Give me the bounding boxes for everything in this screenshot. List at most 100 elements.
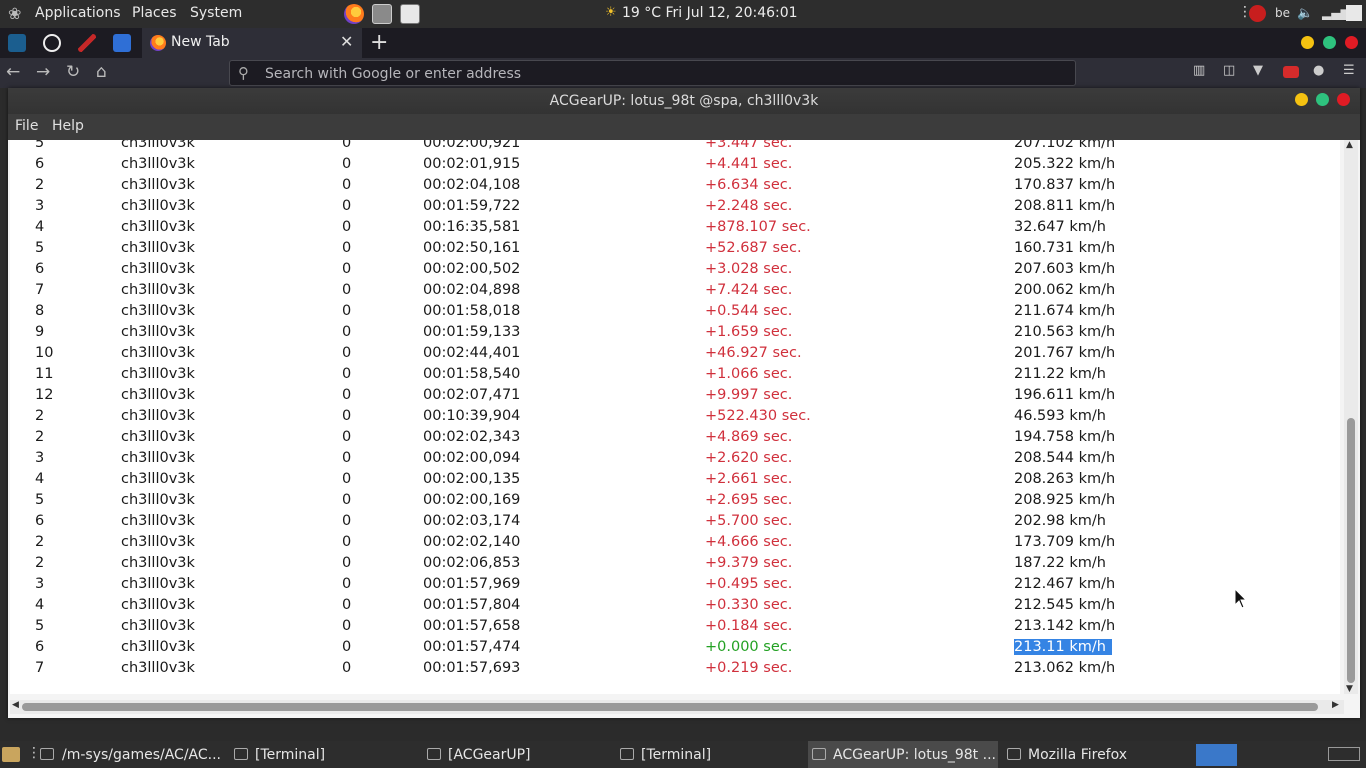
- docs-icon[interactable]: [113, 34, 131, 52]
- taskbar-item-label: /m-sys/games/AC/AC...: [62, 747, 222, 763]
- pinned-tab-icon[interactable]: [8, 34, 26, 52]
- scrollbar-thumb[interactable]: [22, 703, 1318, 711]
- table-row[interactable]: 3 ch3lll0v3k 0 00:01:59,722 +2.248 sec. 208.8…: [10, 196, 1340, 217]
- lap-times-table[interactable]: 5 ch3lll0v3k 0 00:02:00,921 +3.447 sec. 207.1…: [10, 140, 1340, 694]
- forward-arrow-icon[interactable]: →: [36, 62, 50, 82]
- table-row[interactable]: 11 ch3lll0v3k 0 00:01:58,540 +1.066 sec. 211.…: [10, 364, 1340, 385]
- keyboard-layout[interactable]: be: [1275, 6, 1290, 20]
- places-menu[interactable]: Places: [132, 5, 177, 21]
- globe-icon[interactable]: [43, 34, 61, 52]
- sidebar-icon[interactable]: ◫: [1223, 63, 1239, 79]
- table-row[interactable]: 6 ch3lll0v3k 0 00:02:03,174 +5.700 sec. 202.9…: [10, 511, 1340, 532]
- scroll-right-arrow-icon[interactable]: ▶: [1332, 700, 1339, 710]
- table-row[interactable]: 5 ch3lll0v3k 0 00:02:00,921 +3.447 sec. 207.1…: [10, 140, 1340, 154]
- close-tab-icon[interactable]: ✕: [340, 32, 353, 51]
- table-row[interactable]: 6 ch3lll0v3k 0 00:02:01,915 +4.441 sec. 205.3…: [10, 154, 1340, 175]
- clock[interactable]: 19 °C Fri Jul 12, 20:46:01: [622, 5, 798, 21]
- system-menu[interactable]: System: [190, 5, 242, 21]
- table-row[interactable]: 2 ch3lll0v3k 0 00:02:02,140 +4.666 sec. 173.7…: [10, 532, 1340, 553]
- flag-value: 0: [342, 513, 352, 529]
- table-row[interactable]: 12 ch3lll0v3k 0 00:02:07,471 +9.997 sec. 196.…: [10, 385, 1340, 406]
- library-icon[interactable]: ▥: [1193, 63, 1209, 79]
- table-row[interactable]: 6 ch3lll0v3k 0 00:01:57,474 +0.000 sec. 213.1…: [10, 637, 1340, 658]
- taskbar-item[interactable]: [Terminal]: [616, 741, 796, 768]
- search-input[interactable]: [263, 64, 1047, 84]
- lap-number: 6: [35, 639, 45, 655]
- table-row[interactable]: 10 ch3lll0v3k 0 00:02:44,401 +46.927 sec. 201…: [10, 343, 1340, 364]
- table-row[interactable]: 8 ch3lll0v3k 0 00:01:58,018 +0.544 sec. 211.6…: [10, 301, 1340, 322]
- table-row[interactable]: 5 ch3lll0v3k 0 00:02:00,169 +2.695 sec. 208.9…: [10, 490, 1340, 511]
- lap-time: 00:02:00,502: [423, 261, 521, 277]
- table-row[interactable]: 3 ch3lll0v3k 0 00:01:57,969 +0.495 sec. 212.4…: [10, 574, 1340, 595]
- minimize-window-button[interactable]: [1295, 93, 1308, 106]
- table-row[interactable]: 3 ch3lll0v3k 0 00:02:00,094 +2.620 sec. 208.5…: [10, 448, 1340, 469]
- table-row[interactable]: 7 ch3lll0v3k 0 00:02:04,898 +7.424 sec. 200.0…: [10, 280, 1340, 301]
- table-row[interactable]: 6 ch3lll0v3k 0 00:02:00,502 +3.028 sec. 207.6…: [10, 259, 1340, 280]
- scroll-up-arrow-icon[interactable]: ▲: [1346, 140, 1353, 150]
- flag-value: 0: [342, 240, 352, 256]
- table-row[interactable]: 4 ch3lll0v3k 0 00:02:00,135 +2.661 sec. 208.2…: [10, 469, 1340, 490]
- horizontal-scrollbar[interactable]: ◀ ▶: [10, 700, 1344, 714]
- driver-name: ch3lll0v3k: [121, 198, 195, 214]
- firefox-icon: [150, 35, 166, 51]
- table-row[interactable]: 2 ch3lll0v3k 0 00:10:39,904 +522.430 sec. 46.…: [10, 406, 1340, 427]
- hamburger-menu-icon[interactable]: ☰: [1343, 63, 1359, 79]
- window-list-icon[interactable]: [1346, 5, 1362, 21]
- new-tab-button[interactable]: +: [370, 30, 388, 55]
- table-row[interactable]: 2 ch3lll0v3k 0 00:02:02,343 +4.869 sec. 194.7…: [10, 427, 1340, 448]
- taskbar-item-label: [Terminal]: [641, 747, 712, 763]
- home-icon[interactable]: ⌂: [96, 62, 107, 82]
- taskbar-item[interactable]: [ACGearUP]: [423, 741, 603, 768]
- lap-time: 00:02:44,401: [423, 345, 521, 361]
- taskbar-item[interactable]: /m-sys/games/AC/AC...: [36, 741, 226, 768]
- table-row[interactable]: 2 ch3lll0v3k 0 00:02:06,853 +9.379 sec. 187.2…: [10, 553, 1340, 574]
- table-row[interactable]: 2 ch3lll0v3k 0 00:02:04,108 +6.634 sec. 170.8…: [10, 175, 1340, 196]
- scroll-down-arrow-icon[interactable]: ▼: [1346, 684, 1353, 694]
- average-speed: 194.758 km/h: [1014, 429, 1116, 445]
- address-bar[interactable]: ⚲: [229, 60, 1076, 86]
- table-row[interactable]: 5 ch3lll0v3k 0 00:01:57,658 +0.184 sec. 213.1…: [10, 616, 1340, 637]
- table-row[interactable]: 4 ch3lll0v3k 0 00:16:35,581 +878.107 sec. 32.…: [10, 217, 1340, 238]
- taskbar-item[interactable]: ACGearUP: lotus_98t ...: [808, 741, 998, 768]
- time-difference: +6.634 sec.: [705, 177, 793, 193]
- minimize-window-button[interactable]: [1301, 36, 1314, 49]
- close-window-button[interactable]: [1337, 93, 1350, 106]
- calculator-launcher-icon[interactable]: [400, 4, 420, 24]
- show-desktop-icon[interactable]: [2, 747, 20, 762]
- extension-icon[interactable]: [1283, 66, 1299, 78]
- tab-new-tab[interactable]: New Tab ✕: [142, 28, 362, 58]
- table-row[interactable]: 9 ch3lll0v3k 0 00:01:59,133 +1.659 sec. 210.5…: [10, 322, 1340, 343]
- menu-help[interactable]: Help: [52, 118, 84, 134]
- maximize-window-button[interactable]: [1316, 93, 1329, 106]
- close-window-button[interactable]: [1345, 36, 1358, 49]
- firefox-launcher-icon[interactable]: [344, 4, 364, 24]
- distro-logo-icon[interactable]: ❀: [8, 4, 28, 24]
- scrollbar-thumb[interactable]: [1347, 418, 1355, 683]
- account-icon[interactable]: ●: [1313, 63, 1329, 79]
- lap-number: 6: [35, 261, 45, 277]
- lap-time: 00:02:04,898: [423, 282, 521, 298]
- workspace-switcher[interactable]: [1196, 744, 1237, 766]
- table-row[interactable]: 5 ch3lll0v3k 0 00:02:50,161 +52.687 sec. 160.…: [10, 238, 1340, 259]
- lap-number: 4: [35, 471, 45, 487]
- pocket-icon[interactable]: ▼: [1253, 63, 1269, 79]
- average-speed: 213.062 km/h: [1014, 660, 1116, 676]
- screenshot-launcher-icon[interactable]: [372, 4, 392, 24]
- table-row[interactable]: 4 ch3lll0v3k 0 00:01:57,804 +0.330 sec. 212.5…: [10, 595, 1340, 616]
- scroll-left-arrow-icon[interactable]: ◀: [12, 700, 19, 710]
- tray-app-icon[interactable]: [1249, 5, 1266, 22]
- taskbar-item[interactable]: Mozilla Firefox: [1003, 741, 1183, 768]
- vertical-scrollbar[interactable]: ▲ ▼: [1344, 140, 1358, 694]
- pinned-tab-icon[interactable]: [78, 34, 96, 52]
- table-row[interactable]: 7 ch3lll0v3k 0 00:01:57,693 +0.219 sec. 213.0…: [10, 658, 1340, 679]
- workspace-switcher[interactable]: [1328, 747, 1360, 761]
- reload-icon[interactable]: ↻: [66, 62, 80, 82]
- taskbar-item[interactable]: [Terminal]: [230, 741, 410, 768]
- back-arrow-icon[interactable]: ←: [6, 62, 20, 82]
- menu-file[interactable]: File: [15, 118, 38, 134]
- volume-icon[interactable]: 🔈: [1297, 6, 1313, 21]
- maximize-window-button[interactable]: [1323, 36, 1336, 49]
- time-difference: +0.330 sec.: [705, 597, 793, 613]
- applications-menu[interactable]: Applications: [35, 5, 121, 21]
- window-titlebar[interactable]: ACGearUP: lotus_98t @spa, ch3lll0v3k: [8, 88, 1360, 114]
